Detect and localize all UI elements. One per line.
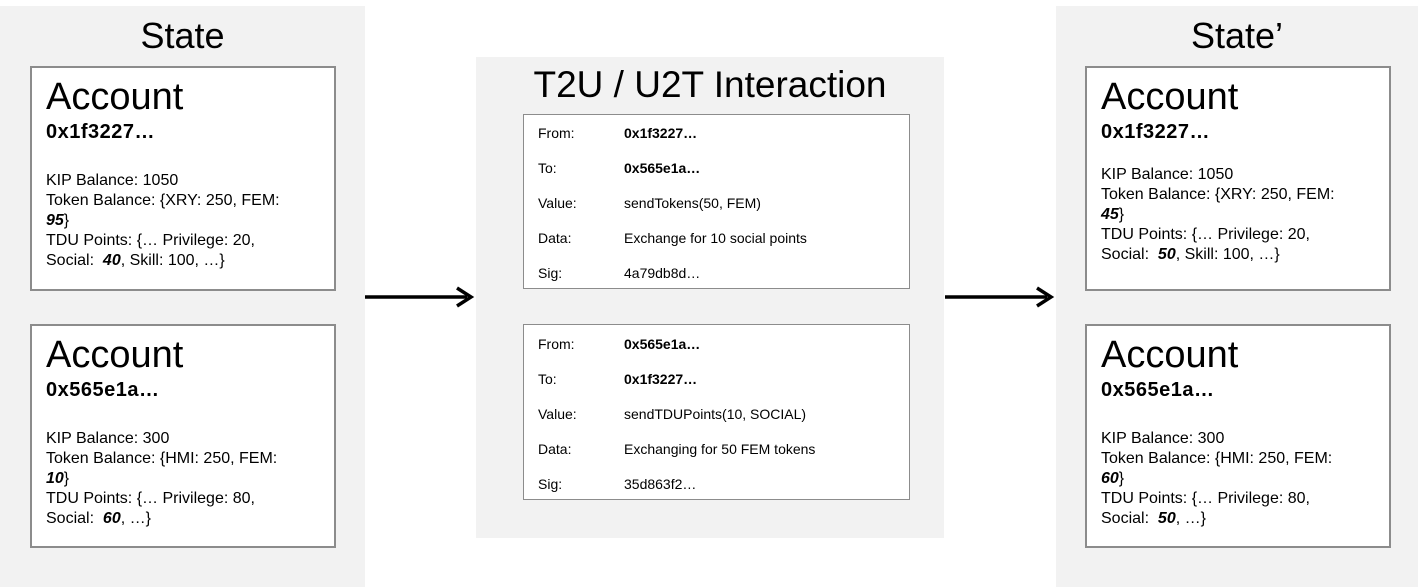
token-balance-highlight: 10 <box>46 470 64 487</box>
kip-balance: KIP Balance: 1050 <box>1101 166 1234 183</box>
tdu-social: Social: 50, Skill: 100, …} <box>1101 245 1376 265</box>
tx-value: sendTDUPoints(10, SOCIAL) <box>624 406 807 422</box>
account-card: Account 0x1f3227… KIP Balance: 1050 Toke… <box>30 66 336 291</box>
account-title: Account <box>46 334 184 376</box>
account-details: KIP Balance: 1050 Token Balance: {XRY: 2… <box>1101 165 1376 265</box>
tx-key: To: <box>538 371 557 387</box>
tdu-points: TDU Points: {… Privilege: 80, <box>46 490 255 507</box>
token-balance: Token Balance: {XRY: 250, FEM: 95} <box>46 191 321 231</box>
kip-balance: KIP Balance: 300 <box>46 430 170 447</box>
tx-value: 4a79db8d… <box>624 265 701 281</box>
tx-key: Sig: <box>538 476 563 492</box>
tx-value: Exchanging for 50 FEM tokens <box>624 441 816 457</box>
token-balance: Token Balance: {XRY: 250, FEM: 45} <box>1101 185 1376 225</box>
tx-value: Exchange for 10 social points <box>624 230 807 246</box>
transaction-card: From: 0x565e1a… To: 0x1f3227… Value: sendTD… <box>523 324 910 500</box>
token-balance: Token Balance: {HMI: 250, FEM: 60} <box>1101 449 1376 489</box>
tdu-social-suffix: , …} <box>120 510 151 527</box>
tdu-points: TDU Points: {… Privilege: 80, <box>1101 490 1310 507</box>
account-card: Account 0x1f3227… KIP Balance: 1050 Toke… <box>1085 66 1391 291</box>
transaction-card: From: 0x1f3227… To: 0x565e1a… Value: sendTo… <box>523 114 910 289</box>
tx-value: 0x565e1a… <box>624 336 701 352</box>
token-balance-text: Token Balance: {XRY: 250, FEM: <box>1101 186 1335 203</box>
state-prime-title: State’ <box>1190 15 1284 56</box>
tx-key: Value: <box>538 406 577 422</box>
tdu-social-suffix: , Skill: 100, …} <box>120 252 225 269</box>
account-title: Account <box>46 76 184 118</box>
tdu-social-highlight: 50 <box>1157 510 1176 527</box>
tx-value: 35d863f2… <box>624 476 697 492</box>
token-balance: Token Balance: {HMI: 250, FEM: 10} <box>46 449 321 489</box>
tx-key: From: <box>538 125 575 141</box>
interaction-panel: T2U / U2T Interaction From: 0x1f3227… To:… <box>476 57 944 538</box>
account-address: 0x1f3227… <box>1101 121 1211 143</box>
interaction-title: T2U / U2T Interaction <box>533 64 887 105</box>
token-balance-text: Token Balance: {HMI: 250, FEM: <box>46 450 278 467</box>
tx-value: sendTokens(50, FEM) <box>624 195 761 211</box>
account-address: 0x565e1a… <box>46 379 160 401</box>
tdu-social: Social: 40, Skill: 100, …} <box>46 251 321 271</box>
state-panel: State Account 0x1f3227… KIP Balance: 105… <box>0 6 365 587</box>
arrow-right-icon <box>365 286 475 308</box>
token-balance-suffix: } <box>1118 470 1125 487</box>
token-balance-text: Token Balance: {HMI: 250, FEM: <box>1101 450 1333 467</box>
state-title: State <box>140 15 225 56</box>
token-balance-highlight: 45 <box>1101 206 1119 223</box>
tdu-social-highlight: 60 <box>102 510 121 527</box>
tdu-points: TDU Points: {… Privilege: 20, <box>46 232 255 249</box>
tdu-social-highlight: 40 <box>102 252 121 269</box>
tdu-social-label: Social: <box>46 252 103 269</box>
account-card: Account 0x565e1a… KIP Balance: 300 Token… <box>1085 324 1391 548</box>
tx-key: From: <box>538 336 575 352</box>
tdu-social-label: Social: <box>1101 510 1158 527</box>
token-balance-highlight: 95 <box>46 212 64 229</box>
token-balance-text: Token Balance: {XRY: 250, FEM: <box>46 192 280 209</box>
tdu-social-suffix: , …} <box>1175 510 1206 527</box>
account-address: 0x565e1a… <box>1101 379 1215 401</box>
tdu-points: TDU Points: {… Privilege: 20, <box>1101 226 1310 243</box>
arrow-right-icon <box>945 286 1055 308</box>
tdu-social-label: Social: <box>46 510 103 527</box>
token-balance-highlight: 60 <box>1101 470 1119 487</box>
token-balance-suffix: } <box>1118 206 1125 223</box>
token-balance-suffix: } <box>63 470 70 487</box>
kip-balance: KIP Balance: 300 <box>1101 430 1225 447</box>
tx-value: 0x565e1a… <box>624 160 701 176</box>
tx-key: Data: <box>538 441 572 457</box>
tdu-social: Social: 50, …} <box>1101 509 1376 529</box>
kip-balance: KIP Balance: 1050 <box>46 172 179 189</box>
tdu-social-highlight: 50 <box>1157 246 1176 263</box>
account-details: KIP Balance: 300 Token Balance: {HMI: 25… <box>1101 429 1376 529</box>
tx-key: Data: <box>538 230 572 246</box>
token-balance-suffix: } <box>63 212 70 229</box>
tdu-social-suffix: , Skill: 100, …} <box>1175 246 1280 263</box>
account-title: Account <box>1101 334 1239 376</box>
tx-key: Value: <box>538 195 577 211</box>
account-address: 0x1f3227… <box>46 121 156 143</box>
state-prime-panel: State’ Account 0x1f3227… KIP Balance: 10… <box>1056 6 1418 587</box>
tx-value: 0x1f3227… <box>624 371 698 387</box>
account-details: KIP Balance: 1050 Token Balance: {XRY: 2… <box>46 171 321 271</box>
tx-key: Sig: <box>538 265 563 281</box>
tx-key: To: <box>538 160 557 176</box>
tdu-social-label: Social: <box>1101 246 1158 263</box>
account-details: KIP Balance: 300 Token Balance: {HMI: 25… <box>46 429 321 529</box>
account-card: Account 0x565e1a… KIP Balance: 300 Token… <box>30 324 336 548</box>
account-title: Account <box>1101 76 1239 118</box>
tdu-social: Social: 60, …} <box>46 509 321 529</box>
tx-value: 0x1f3227… <box>624 125 698 141</box>
